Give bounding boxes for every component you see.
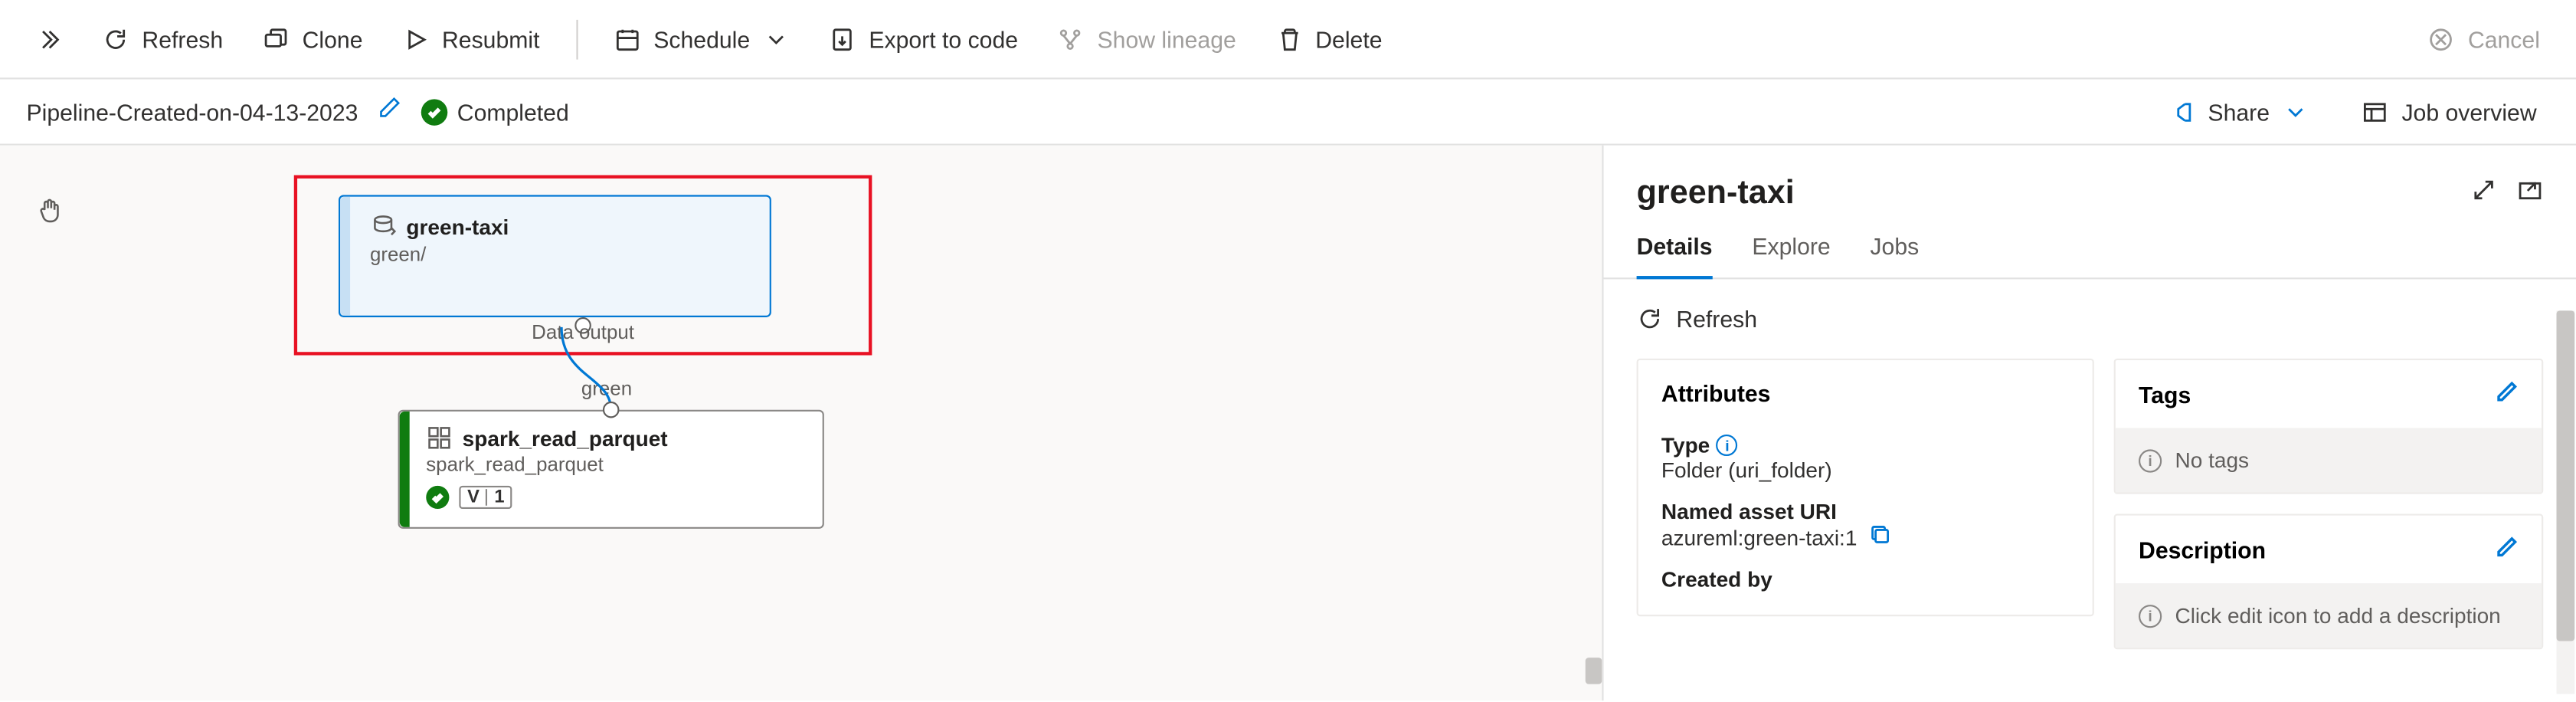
status-success-icon [421, 98, 447, 124]
tab-jobs[interactable]: Jobs [1870, 233, 1919, 277]
createdby-label: Created by [1661, 567, 2070, 592]
chevron-down-icon [763, 25, 789, 51]
schedule-label: Schedule [653, 25, 750, 51]
export-button[interactable]: Export to code [813, 15, 1035, 61]
details-panel: green-taxi Details Explore Jobs Refresh [1602, 146, 2576, 700]
chevron-down-icon [2283, 98, 2309, 124]
type-label: Type [1661, 433, 1710, 458]
refresh-label: Refresh [142, 25, 223, 51]
description-heading: Description [2139, 536, 2266, 563]
popout-panel-icon[interactable] [2517, 177, 2543, 212]
edit-tags-icon[interactable] [2496, 380, 2519, 408]
export-label: Export to code [869, 25, 1018, 51]
version-pill[interactable]: V 1 [459, 486, 512, 509]
node-green-taxi[interactable]: green-taxi green/ [339, 195, 771, 317]
tags-card: Tags i No tags [2114, 359, 2544, 494]
attributes-heading: Attributes [1661, 380, 1771, 406]
node-accent [400, 412, 410, 527]
pipeline-name: Pipeline-Created-on-04-13-2023 [26, 98, 358, 124]
uri-label: Named asset URI [1661, 499, 2070, 523]
clone-button[interactable]: Clone [246, 15, 379, 61]
description-empty-placeholder: i Click edit icon to add a description [2116, 583, 2542, 648]
success-icon [426, 486, 449, 509]
node1-title: green-taxi [406, 214, 509, 238]
type-value: Folder (uri_folder) [1661, 458, 2070, 482]
data-output-label: Data output [532, 320, 634, 343]
share-button[interactable]: Share [2155, 92, 2322, 132]
panel-refresh-button[interactable]: Refresh [1637, 296, 2544, 342]
version-number: 1 [494, 487, 504, 507]
resubmit-button[interactable]: Resubmit [386, 15, 556, 61]
info-icon: i [2139, 604, 2162, 627]
tags-heading: Tags [2139, 381, 2191, 407]
delete-button[interactable]: Delete [1259, 15, 1399, 61]
cancel-button: Cancel [2412, 15, 2557, 61]
delete-label: Delete [1315, 25, 1382, 51]
panel-title: green-taxi [1637, 176, 2471, 214]
node1-subtitle: green/ [370, 243, 750, 266]
schedule-button[interactable]: Schedule [597, 15, 806, 61]
info-icon[interactable]: i [1717, 435, 1738, 456]
tab-details[interactable]: Details [1637, 233, 1713, 279]
component-icon [426, 425, 452, 451]
uri-value: azureml:green-taxi:1 [1661, 526, 1857, 550]
job-overview-label: Job overview [2401, 98, 2536, 124]
canvas-scrollbar[interactable] [1586, 658, 1602, 684]
refresh-button[interactable]: Refresh [86, 15, 240, 61]
description-empty-text: Click edit icon to add a description [2175, 603, 2500, 628]
pipeline-header: Pipeline-Created-on-04-13-2023 Completed… [0, 79, 2576, 145]
cancel-label: Cancel [2468, 25, 2540, 51]
info-icon: i [2139, 448, 2162, 471]
show-lineage-button: Show lineage [1041, 15, 1252, 61]
status-text: Completed [457, 98, 569, 124]
node2-subtitle: spark_read_parquet [426, 453, 806, 476]
edit-name-icon[interactable] [378, 96, 401, 127]
panel-scrollbar-thumb[interactable] [2556, 310, 2574, 641]
job-overview-button[interactable]: Job overview [2349, 92, 2549, 132]
share-label: Share [2208, 98, 2270, 124]
tags-empty-text: No tags [2175, 448, 2249, 472]
data-asset-icon [370, 213, 396, 239]
tab-explore[interactable]: Explore [1752, 233, 1830, 277]
resubmit-label: Resubmit [442, 25, 540, 51]
graph-canvas[interactable]: green-taxi green/ Data output green [0, 146, 1602, 700]
node2-title: spark_read_parquet [463, 425, 668, 450]
toolbar-separator [576, 19, 578, 59]
panel-tabs: Details Explore Jobs [1603, 213, 2576, 279]
panel-refresh-label: Refresh [1676, 306, 1757, 332]
node-accent [340, 197, 350, 316]
top-toolbar: Refresh Clone Resubmit Schedule Export t… [0, 0, 2576, 79]
description-card: Description i Click edit icon to add a d… [2114, 514, 2544, 650]
expand-button[interactable] [20, 15, 80, 61]
version-letter: V [467, 487, 480, 507]
node-spark-read-parquet[interactable]: spark_read_parquet spark_read_parquet V … [398, 410, 824, 529]
clone-label: Clone [303, 25, 363, 51]
pipeline-status: Completed [421, 98, 568, 124]
tags-empty-placeholder: i No tags [2116, 428, 2542, 492]
expand-panel-icon[interactable] [2470, 177, 2496, 212]
panel-scrollbar-track[interactable] [2556, 310, 2574, 694]
edge-label: green [581, 377, 632, 400]
highlight-box: green-taxi green/ Data output [294, 176, 872, 356]
copy-icon[interactable] [1870, 526, 1891, 550]
lineage-label: Show lineage [1098, 25, 1236, 51]
attributes-card: Attributes Type i Folder (uri_folder) Na… [1637, 359, 2094, 616]
pan-hand-icon[interactable] [36, 195, 66, 233]
input-port[interactable] [603, 402, 620, 418]
edit-description-icon[interactable] [2496, 536, 2519, 564]
